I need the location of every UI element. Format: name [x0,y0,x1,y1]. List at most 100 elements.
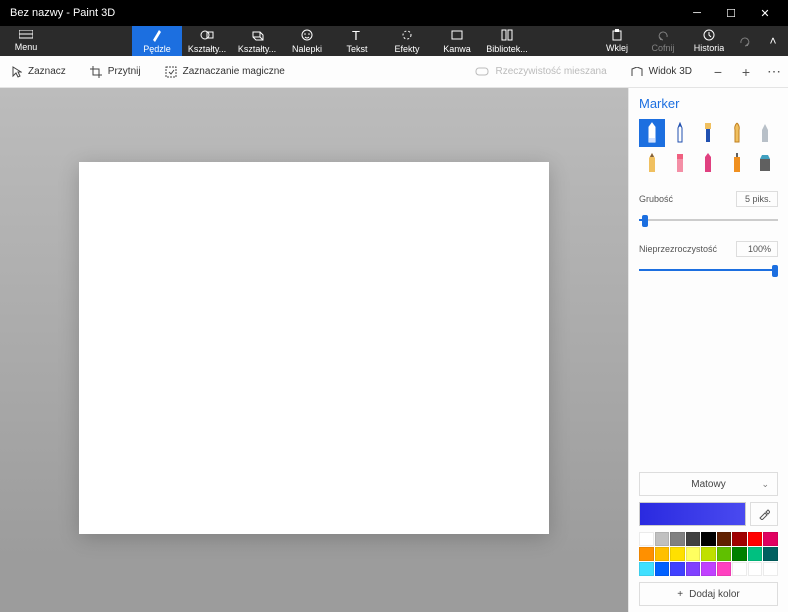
maximize-button[interactable]: ☐ [714,0,748,26]
add-color-button[interactable]: + Dodaj kolor [639,582,778,606]
palette-swatch[interactable] [763,532,778,546]
thickness-slider[interactable] [639,213,778,227]
palette-swatch[interactable] [763,562,778,576]
palette-swatch[interactable] [655,532,670,546]
crop-icon [90,66,102,78]
tool-text[interactable]: T Tekst [332,26,382,56]
menu-icon [19,30,33,40]
magic-select-icon [165,66,177,78]
palette-swatch[interactable] [717,562,732,576]
zoom-out-button[interactable]: − [704,64,732,80]
zoom-in-button[interactable]: + [732,64,760,80]
material-selected: Matowy [691,479,725,490]
palette-swatch[interactable] [655,562,670,576]
crop-button[interactable]: Przytnij [78,66,153,78]
palette-swatch[interactable] [701,547,716,561]
thickness-control: Grubość 5 piks. [639,191,778,227]
thickness-label: Grubość [639,194,673,204]
current-color-swatch[interactable] [639,502,746,526]
chevron-down-icon: ⌄ [761,479,769,490]
expand-toolbar-button[interactable]: ˄ [758,26,788,56]
palette-swatch[interactable] [732,562,747,576]
canvas-viewport[interactable] [0,88,628,612]
material-dropdown[interactable]: Matowy ⌄ [639,472,778,496]
palette-swatch[interactable] [639,562,654,576]
svg-text:T: T [352,29,360,41]
more-options-button[interactable]: ⋯ [760,63,788,80]
opacity-control: Nieprzezroczystość 100% [639,241,778,277]
palette-swatch[interactable] [717,547,732,561]
mixed-reality-icon [475,67,489,77]
palette-swatch[interactable] [670,547,685,561]
palette-swatch[interactable] [701,562,716,576]
brush-pencil[interactable] [639,149,665,177]
palette-swatch[interactable] [639,547,654,561]
minimize-button[interactable]: ─ [680,0,714,26]
menu-button[interactable]: Menu [0,26,52,56]
tool-canvas[interactable]: Kanwa [432,26,482,56]
tool-stickers[interactable]: Nalepki [282,26,332,56]
tool-3d-shapes[interactable]: Kształty... [232,26,282,56]
close-button[interactable]: ✕ [748,0,782,26]
brush-eraser[interactable] [667,149,693,177]
tool-brushes[interactable]: Pędzle [132,26,182,56]
palette-swatch[interactable] [717,532,732,546]
shapes-2d-icon [200,28,214,42]
selection-toolbar: Zaznacz Przytnij Zaznaczanie magiczne Rz… [0,56,788,88]
palette-swatch[interactable] [748,532,763,546]
history-button[interactable]: Historia [686,26,732,56]
magic-select-button[interactable]: Zaznaczanie magiczne [153,66,297,78]
palette-swatch[interactable] [686,547,701,561]
brush-watercolor[interactable] [724,119,750,147]
canvas[interactable] [79,162,549,534]
canvas-icon [451,28,463,42]
opacity-slider[interactable] [639,263,778,277]
opacity-value[interactable]: 100% [736,241,778,257]
palette-swatch[interactable] [748,562,763,576]
pointer-icon [12,66,22,78]
brush-pixel[interactable] [752,119,778,147]
brush-spray[interactable] [724,149,750,177]
brush-grid [639,119,778,177]
palette-swatch[interactable] [686,562,701,576]
mixed-reality-button: Rzeczywistość mieszana [463,66,618,77]
tool-3d-library[interactable]: Bibliotek... [482,26,532,56]
tool-effects[interactable]: Efekty [382,26,432,56]
undo-button[interactable]: Cofnij [640,26,686,56]
palette-swatch[interactable] [732,547,747,561]
palette-swatch[interactable] [732,532,747,546]
palette-swatch[interactable] [701,532,716,546]
brush-calligraphy[interactable] [667,119,693,147]
tool-2d-shapes[interactable]: Kształty... [182,26,232,56]
brush-icon [151,28,163,42]
text-icon: T [351,28,363,42]
brush-crayon[interactable] [695,149,721,177]
shapes-3d-icon [250,28,264,42]
paste-icon [611,29,623,41]
view-3d-button[interactable]: Widok 3D [619,66,704,77]
palette-swatch[interactable] [763,547,778,561]
library-icon [501,28,513,42]
brush-fill[interactable] [752,149,778,177]
brush-name-heading: Marker [639,96,778,111]
palette-swatch[interactable] [686,532,701,546]
select-button[interactable]: Zaznacz [0,66,78,78]
sticker-icon [301,28,313,42]
brush-oil[interactable] [695,119,721,147]
redo-icon [739,35,751,47]
eyedropper-button[interactable] [750,502,778,526]
palette-swatch[interactable] [639,532,654,546]
history-icon [703,29,715,41]
opacity-label: Nieprzezroczystość [639,244,717,254]
palette-swatch[interactable] [655,547,670,561]
paste-button[interactable]: Wklej [594,26,640,56]
brush-marker[interactable] [639,119,665,147]
redo-button[interactable] [732,26,758,56]
thickness-value[interactable]: 5 piks. [736,191,778,207]
window-title: Bez nazwy - Paint 3D [10,7,680,19]
palette-swatch[interactable] [670,562,685,576]
work-area: Marker [0,88,788,612]
palette-swatch[interactable] [748,547,763,561]
palette-swatch[interactable] [670,532,685,546]
top-toolbar: Menu Pędzle Kształty... Kształty... Nale… [0,26,788,56]
